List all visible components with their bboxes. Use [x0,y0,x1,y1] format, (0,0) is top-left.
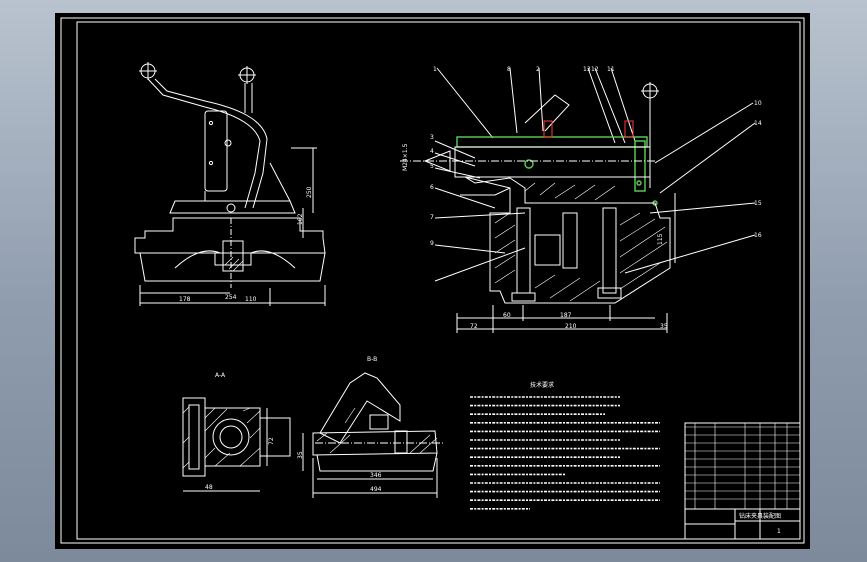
svg-text:1: 1 [433,66,437,73]
front-dim-178: 178 [179,296,191,303]
technical-requirements: 技术要求 [470,381,660,510]
front-dim-254: 254 [225,294,237,301]
side-section-view: 182 13 12 11 101415 16 345 679 M24×1.5 7… [400,66,762,333]
tech-req-title: 技术要求 [530,381,554,389]
tech-req-note-lines [470,396,660,510]
title-block: 钻床夹具装配图 1 [684,422,801,540]
svg-text:14: 14 [754,120,762,127]
svg-text:4: 4 [430,148,434,155]
svg-text:7: 7 [430,214,434,221]
section-b-dim-35: 35 [297,451,304,459]
title-block-name: 钻床夹具装配图 [739,512,781,520]
svg-text:8: 8 [507,66,511,73]
side-dim-60: 60 [503,312,511,319]
svg-text:9: 9 [430,240,434,247]
svg-text:11: 11 [607,66,615,73]
svg-text:2: 2 [536,66,540,73]
section-b-dim-494: 494 [370,486,382,493]
svg-text:12: 12 [591,66,599,73]
svg-text:6: 6 [430,184,434,191]
section-label-a: A-A [215,372,226,379]
title-block-sheet: 1 [777,528,781,535]
front-view: 178 254 110 250 102 [134,62,326,306]
section-b-b: B-B 346 494 35 [297,356,445,498]
side-dim-72: 72 [470,323,478,330]
cad-drawing: 178 254 110 250 102 1 8 2 13 12 11 10141… [60,17,805,544]
cad-viewport[interactable]: 178 254 110 250 102 1 8 2 13 12 11 10 14… [55,13,810,549]
side-dim-35: 35 [660,323,668,330]
svg-text:3: 3 [430,134,434,141]
front-dim-250: 250 [306,186,313,198]
svg-text:M24×1.5: M24×1.5 [402,143,409,171]
side-dim-210: 210 [565,323,577,330]
front-dim-110: 110 [245,296,257,303]
svg-text:16: 16 [754,232,762,239]
section-a-a: A-A 48 72 [182,372,291,492]
section-label-b: B-B [367,356,377,363]
svg-text:13: 13 [583,66,591,73]
section-a-dim-72: 72 [268,437,275,445]
side-dim-187: 187 [560,312,572,319]
svg-text:15: 15 [754,200,762,207]
parts-list-grid [685,423,800,509]
section-b-dim-346: 346 [370,472,382,479]
svg-text:10: 10 [754,100,762,107]
section-a-dim-48: 48 [205,484,213,491]
side-dim-115: 115 [657,233,664,245]
